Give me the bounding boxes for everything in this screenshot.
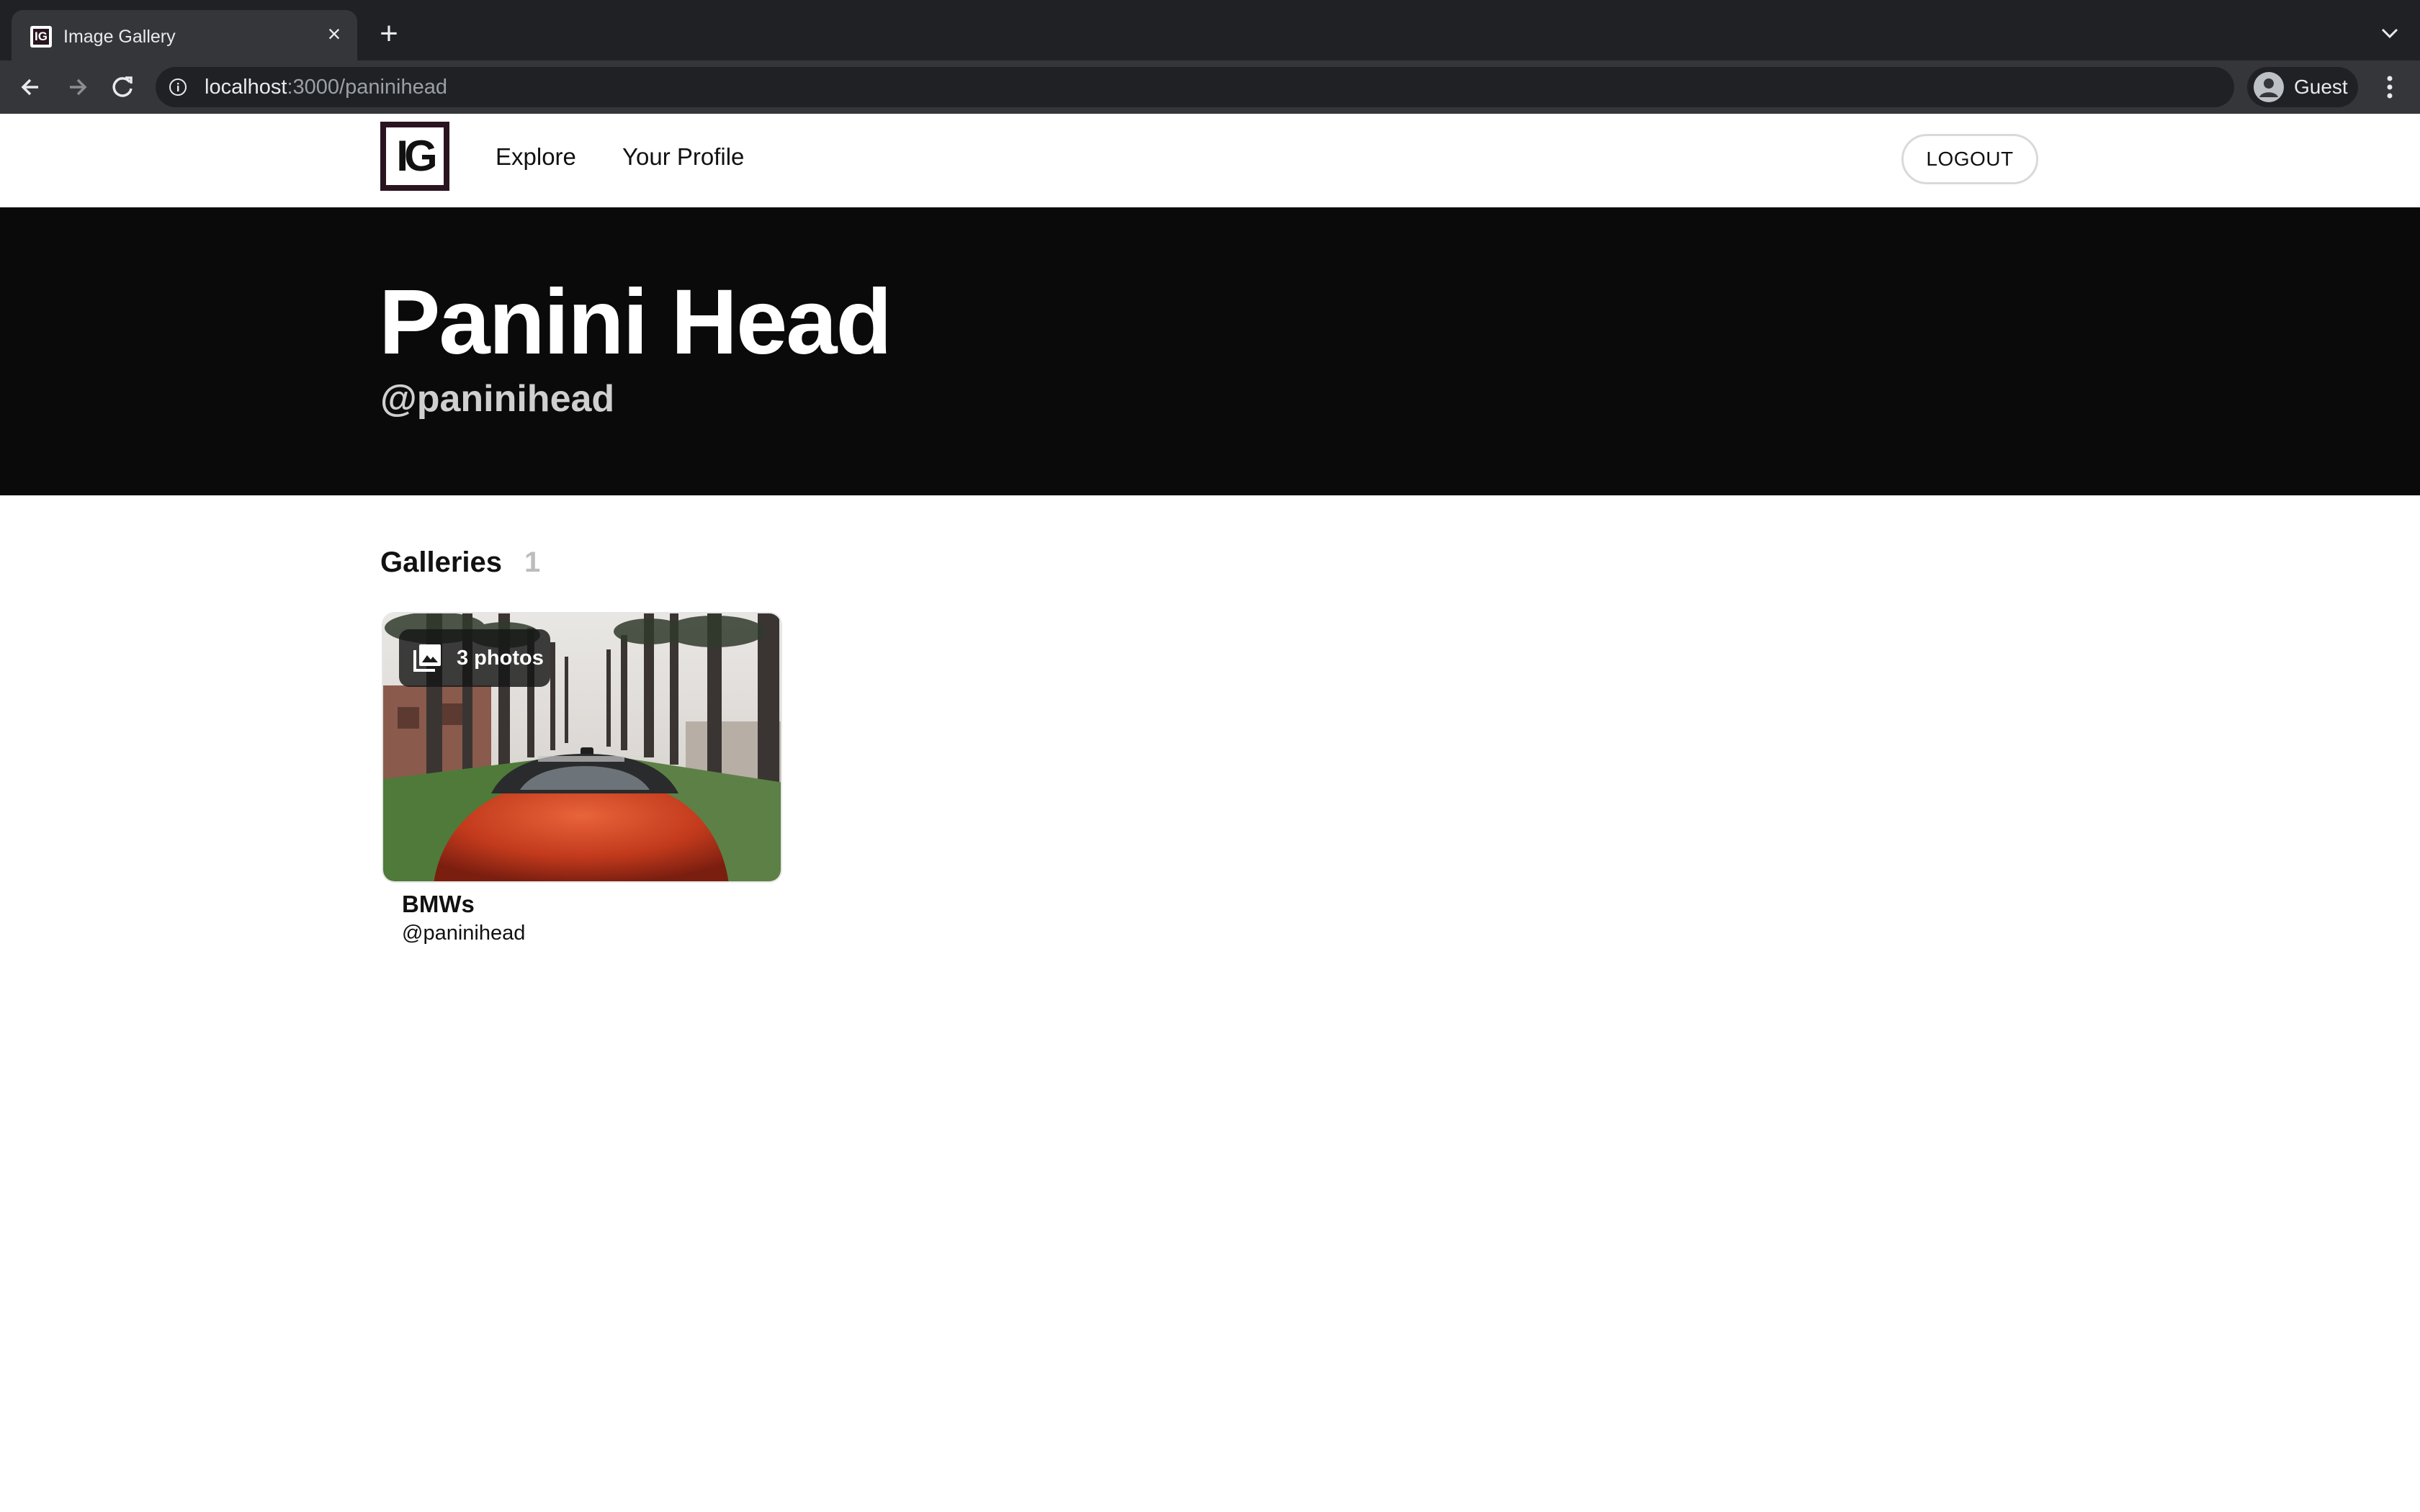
address-bar[interactable]: localhost:3000/paninihead (156, 67, 2234, 107)
site-header: IG Explore Your Profile LOGOUT (0, 114, 2420, 207)
url-text: localhost:3000/paninihead (205, 76, 448, 99)
galleries-heading: Galleries (380, 546, 503, 578)
profile-hero: Panini Head @paninihead (0, 207, 2420, 495)
reload-icon[interactable] (107, 71, 140, 104)
tab-title: Image Gallery (63, 27, 176, 47)
favicon-icon: IG (30, 26, 52, 48)
browser-tabstrip: IG Image Gallery × + (0, 0, 2420, 60)
kebab-menu-icon[interactable] (2377, 71, 2403, 104)
logo-text: IG (396, 132, 437, 180)
browser-tab[interactable]: IG Image Gallery × (12, 10, 357, 60)
profile-name: Panini Head (379, 271, 892, 374)
nav-explore[interactable]: Explore (496, 143, 576, 171)
avatar-icon (2254, 72, 2284, 102)
gallery-owner[interactable]: @paninihead (402, 920, 525, 946)
gallery-thumbnail[interactable]: 3 photos (382, 612, 782, 883)
photo-count-badge: 3 photos (399, 629, 550, 687)
photo-library-icon (413, 644, 441, 672)
photo-count-label: 3 photos (457, 647, 544, 670)
nav-your-profile[interactable]: Your Profile (622, 143, 744, 171)
profile-handle: @paninihead (380, 378, 615, 420)
logout-button[interactable]: LOGOUT (1901, 134, 2038, 184)
profile-button[interactable]: Guest (2247, 67, 2358, 107)
plus-icon[interactable]: + (373, 18, 405, 50)
browser-toolbar: localhost:3000/paninihead Guest (0, 60, 2420, 114)
site-logo[interactable]: IG (380, 122, 449, 191)
galleries-count: 1 (524, 546, 541, 578)
info-icon[interactable] (169, 78, 187, 96)
close-icon[interactable]: × (321, 21, 347, 47)
chevron-down-icon[interactable] (2375, 19, 2404, 48)
profile-label: Guest (2294, 76, 2348, 98)
back-arrow-icon[interactable] (14, 71, 48, 104)
gallery-card[interactable]: 3 photos BMWs @paninihead (382, 612, 782, 955)
forward-arrow-icon[interactable] (60, 71, 94, 104)
gallery-title[interactable]: BMWs (402, 890, 475, 919)
